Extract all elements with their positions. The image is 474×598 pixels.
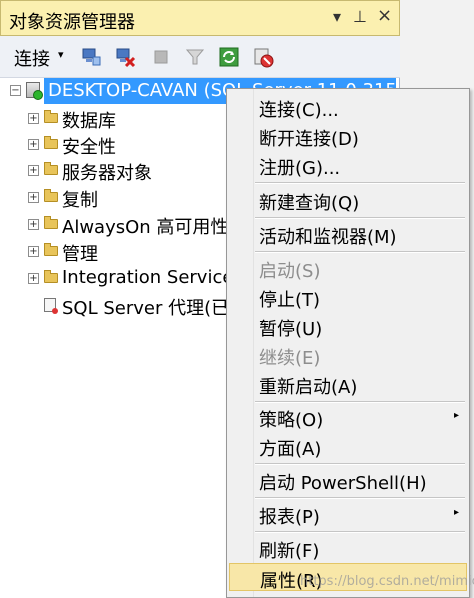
menu-item-reports[interactable]: 报表(P) ▸: [229, 500, 467, 528]
collapse-icon[interactable]: −: [10, 85, 21, 96]
window-position-icon[interactable]: ▾: [333, 7, 341, 26]
filter-icon[interactable]: [184, 46, 206, 68]
menu-item-label: 策略(O): [259, 410, 324, 431]
menu-item-facets[interactable]: 方面(A): [229, 432, 467, 460]
connect-object-explorer-icon[interactable]: [80, 46, 102, 68]
menu-item-connect[interactable]: 连接(C)...: [229, 93, 467, 121]
menu-separator: [255, 251, 465, 253]
menu-separator: [255, 531, 465, 533]
expand-icon[interactable]: +: [28, 165, 39, 176]
tree-node-label[interactable]: 安全性: [62, 133, 116, 159]
folder-icon: [44, 189, 58, 202]
menu-item-label: 断开连接(D): [259, 129, 359, 150]
menu-item-label: 启动(S): [259, 261, 321, 282]
expand-icon[interactable]: +: [28, 273, 39, 284]
tree-node-label[interactable]: SQL Server 代理(已: [62, 294, 229, 320]
expand-icon[interactable]: +: [28, 246, 39, 257]
menu-item-register[interactable]: 注册(G)...: [229, 151, 467, 179]
menu-item-disconnect[interactable]: 断开连接(D): [229, 122, 467, 150]
panel-title: 对象资源管理器: [9, 12, 135, 33]
menu-item-policies[interactable]: 策略(O) ▸: [229, 403, 467, 431]
autohide-pin-icon[interactable]: ⊥: [353, 7, 367, 26]
tree-node-label[interactable]: 服务器对象: [62, 159, 152, 185]
menu-separator: [255, 217, 465, 219]
menu-separator: [255, 463, 465, 465]
folder-icon: [44, 110, 58, 123]
object-explorer-toolbar: 连接 ▾: [0, 36, 400, 78]
submenu-arrow-icon: ▸: [453, 507, 459, 518]
menu-item-label: 活动和监视器(M): [259, 227, 397, 248]
menu-item-start-powershell[interactable]: 启动 PowerShell(H): [229, 466, 467, 494]
menu-item-label: 新建查询(Q): [259, 193, 360, 214]
activity-monitor-icon[interactable]: [252, 46, 274, 68]
menu-separator: [255, 497, 465, 499]
menu-item-label: 停止(T): [259, 290, 321, 311]
folder-icon: [44, 162, 58, 175]
expand-icon[interactable]: +: [28, 113, 39, 124]
tree-node-label[interactable]: 复制: [62, 186, 98, 212]
menu-item-label: 连接(C)...: [259, 100, 339, 121]
object-explorer-panel: 对象资源管理器 ▾ ⊥ × 连接 ▾ − DESKTOP-CAVAN (SQL …: [0, 0, 474, 598]
menu-item-activity-monitor[interactable]: 活动和监视器(M): [229, 220, 467, 248]
refresh-icon[interactable]: [218, 46, 240, 68]
folder-icon: [44, 270, 58, 283]
menu-item-new-query[interactable]: 新建查询(Q): [229, 186, 467, 214]
menu-item-label: 刷新(F): [259, 541, 320, 562]
expand-icon[interactable]: +: [28, 139, 39, 150]
object-explorer-titlebar: 对象资源管理器 ▾ ⊥ ×: [0, 0, 400, 36]
menu-item-label: 继续(E): [259, 348, 321, 369]
menu-item-refresh[interactable]: 刷新(F): [229, 534, 467, 562]
folder-icon: [44, 216, 58, 229]
menu-item-resume[interactable]: 继续(E): [229, 341, 467, 369]
menu-separator: [255, 401, 465, 403]
menu-item-label: 暂停(U): [259, 319, 323, 340]
menu-item-label: 方面(A): [259, 439, 322, 460]
disconnect-icon[interactable]: [114, 46, 136, 68]
menu-item-restart[interactable]: 重新启动(A): [229, 370, 467, 398]
menu-item-label: 注册(G)...: [259, 158, 341, 179]
menu-item-label: 报表(P): [259, 507, 320, 528]
folder-icon: [44, 243, 58, 256]
sql-agent-icon: [44, 298, 58, 314]
server-icon: [26, 82, 43, 100]
expand-icon[interactable]: +: [28, 219, 39, 230]
menu-item-stop[interactable]: 停止(T): [229, 283, 467, 311]
folder-icon: [44, 136, 58, 149]
chevron-down-icon[interactable]: ▾: [58, 48, 64, 61]
connect-dropdown-button[interactable]: 连接: [14, 45, 50, 71]
tree-node-label[interactable]: 数据库: [62, 107, 116, 133]
submenu-arrow-icon: ▸: [453, 410, 459, 421]
tree-node-label[interactable]: 管理: [62, 240, 98, 266]
menu-separator: [255, 182, 465, 184]
menu-item-start[interactable]: 启动(S): [229, 254, 467, 282]
close-icon[interactable]: ×: [377, 5, 392, 26]
expand-icon[interactable]: +: [28, 192, 39, 203]
menu-item-pause[interactable]: 暂停(U): [229, 312, 467, 340]
menu-item-label: 启动 PowerShell(H): [259, 473, 427, 494]
tree-node-label[interactable]: Integration Services: [62, 267, 243, 288]
menu-item-label: 重新启动(A): [259, 377, 358, 398]
watermark-text: https://blog.csdn.net/mimica: [300, 574, 474, 589]
stop-icon[interactable]: [150, 46, 172, 68]
server-context-menu: 连接(C)... 断开连接(D) 注册(G)... 新建查询(Q) 活动和监视器…: [226, 88, 470, 598]
tree-node-label[interactable]: AlwaysOn 高可用性: [62, 213, 228, 239]
